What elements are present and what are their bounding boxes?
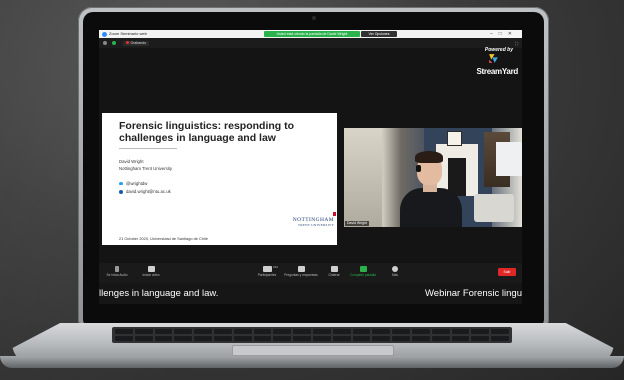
- audio-label: Se Inicia Audio: [106, 273, 128, 277]
- participants-count: 232: [273, 265, 279, 269]
- ticker-text-left: llenges in language and law.: [99, 288, 219, 299]
- window-controls[interactable]: –□✕: [490, 30, 518, 38]
- screen-share-banner: Usted está viendo la pantalla de David W…: [264, 31, 360, 37]
- zoom-app-icon: [102, 31, 107, 37]
- slide-university: Nottingham Trent University: [119, 166, 173, 171]
- recording-indicator: Grabando: [123, 40, 150, 46]
- chat-icon: [330, 266, 338, 272]
- laptop-touchpad: [232, 345, 394, 356]
- more-label: Más: [391, 273, 399, 277]
- leave-button[interactable]: Salir: [498, 268, 516, 276]
- video-label: Iniciar video: [142, 273, 160, 277]
- caption-ticker: llenges in language and law. Webinar For…: [99, 283, 522, 304]
- chat-label: Chatear: [328, 273, 340, 277]
- participants-label: Participantes: [257, 273, 277, 277]
- more-icon: [392, 266, 398, 272]
- slide-email: david.wright@ntu.ac.uk: [119, 189, 171, 194]
- slide-date-line: 21 October 2020, Universidad de Santiago…: [119, 236, 208, 241]
- streamyard-wordmark: StreamYard: [476, 67, 519, 76]
- video-button[interactable]: Iniciar video: [129, 266, 173, 277]
- fullscreen-icon[interactable]: ⛶: [515, 41, 518, 46]
- laptop-keyboard: [112, 327, 512, 343]
- info-icon[interactable]: [103, 41, 107, 45]
- ntu-crest-icon: [333, 212, 336, 216]
- email-address: david.wright@ntu.ac.uk: [126, 189, 171, 194]
- meeting-info-bar: Grabando ⛶: [99, 38, 522, 48]
- streamyard-logo-icon: [489, 54, 498, 63]
- ntu-logo: NOTTINGHAM TRENT UNIVERSITY: [293, 212, 336, 227]
- slide-divider: [119, 148, 177, 149]
- participant-name-label: David Wright: [345, 221, 369, 226]
- more-button[interactable]: Más: [373, 266, 417, 277]
- shared-slide: Forensic linguistics: responding to chal…: [102, 113, 337, 245]
- twitter-icon: [119, 182, 123, 186]
- laptop-base-front: [0, 356, 624, 368]
- streamyard-branding: Powered by StreamYard: [469, 47, 519, 83]
- email-icon: [119, 189, 123, 194]
- share-screen-icon: [359, 266, 367, 272]
- twitter-handle: @wrightdw: [126, 181, 148, 186]
- ticker-text-right: Webinar Forensic lingu: [425, 288, 522, 299]
- ntu-logo-line2: TRENT UNIVERSITY: [298, 223, 334, 227]
- window-titlebar: Zoom Seminario web Usted está viendo la …: [99, 30, 522, 38]
- qa-icon: [297, 266, 305, 272]
- laptop-screen: Zoom Seminario web Usted está viendo la …: [99, 30, 522, 304]
- slide-author: David Wright: [119, 159, 144, 164]
- participants-icon: [262, 266, 272, 272]
- slide-twitter: @wrightdw: [119, 181, 147, 186]
- webcam-video-tile[interactable]: David Wright: [344, 128, 522, 227]
- webcam-lens: [311, 16, 316, 20]
- view-options-button[interactable]: Ver Opciones: [361, 31, 397, 37]
- video-camera-icon: [147, 266, 155, 272]
- security-shield-icon[interactable]: [112, 41, 116, 45]
- window-title: Zoom Seminario web: [109, 31, 147, 36]
- slide-title: Forensic linguistics: responding to chal…: [119, 120, 295, 144]
- headphones-icon: [416, 165, 421, 172]
- microphone-icon: [115, 266, 119, 272]
- meeting-toolbar: Se Inicia Audio Iniciar video Participan…: [99, 263, 522, 283]
